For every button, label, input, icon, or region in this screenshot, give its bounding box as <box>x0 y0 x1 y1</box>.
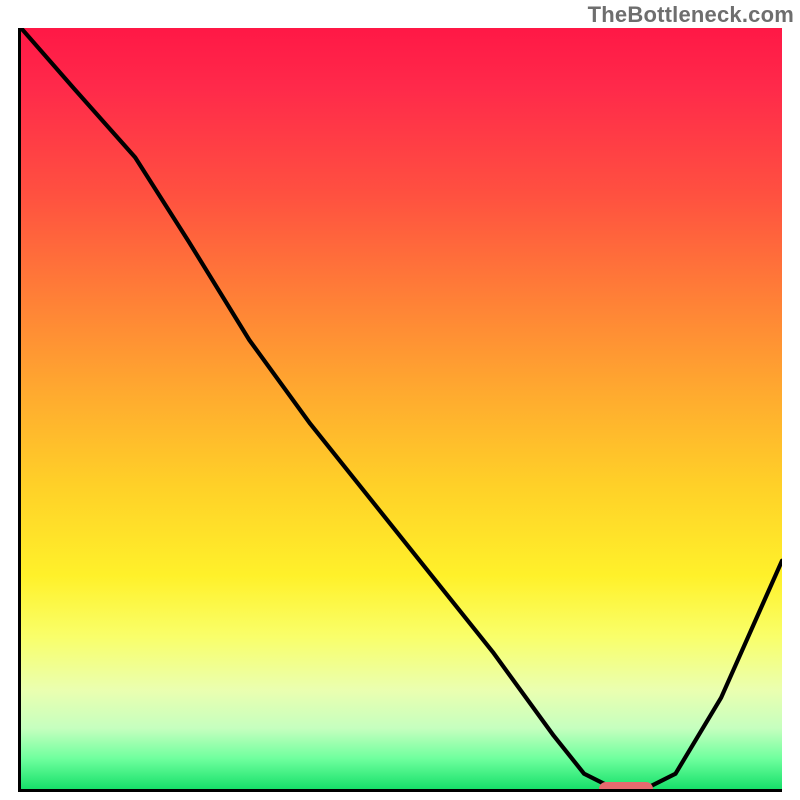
watermark-text: TheBottleneck.com <box>588 2 794 28</box>
curve-svg <box>21 28 782 789</box>
plot-area <box>18 28 782 792</box>
bottleneck-curve <box>21 28 782 789</box>
optimal-marker <box>599 782 652 792</box>
chart-container: TheBottleneck.com <box>0 0 800 800</box>
